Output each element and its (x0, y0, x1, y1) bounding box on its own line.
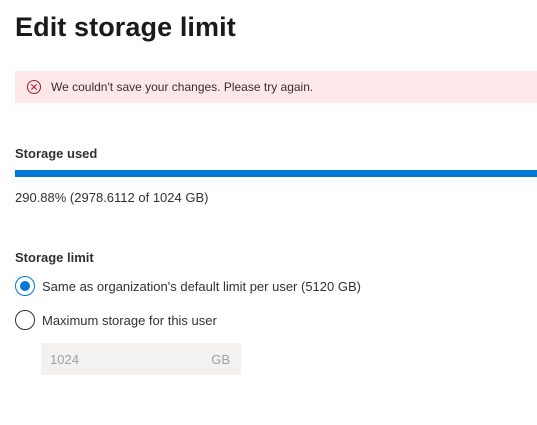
radio-selected-dot (20, 281, 30, 291)
error-message-text: We couldn't save your changes. Please tr… (51, 80, 314, 94)
maximum-storage-input[interactable] (50, 351, 190, 367)
error-circle-icon (26, 79, 42, 95)
storage-used-label: Storage used (15, 146, 98, 161)
storage-progress-bar (15, 170, 537, 177)
storage-unit-suffix: GB (211, 351, 230, 367)
page-title: Edit storage limit (15, 12, 236, 42)
storage-progress-fill (15, 170, 537, 177)
radio-label-maximum-storage: Maximum storage for this user (42, 312, 217, 328)
storage-limit-label: Storage limit (15, 250, 94, 265)
storage-usage-text: 290.88% (2978.6112 of 1024 GB) (15, 190, 209, 205)
error-message-bar: We couldn't save your changes. Please tr… (15, 71, 537, 103)
radio-label-default-limit: Same as organization's default limit per… (42, 278, 361, 294)
radio-button-maximum-storage[interactable] (15, 310, 35, 330)
maximum-storage-field[interactable]: GB (41, 343, 241, 375)
radio-option-maximum-storage[interactable]: Maximum storage for this user (15, 310, 217, 330)
radio-button-default-limit[interactable] (15, 276, 35, 296)
radio-option-default-limit[interactable]: Same as organization's default limit per… (15, 276, 361, 296)
